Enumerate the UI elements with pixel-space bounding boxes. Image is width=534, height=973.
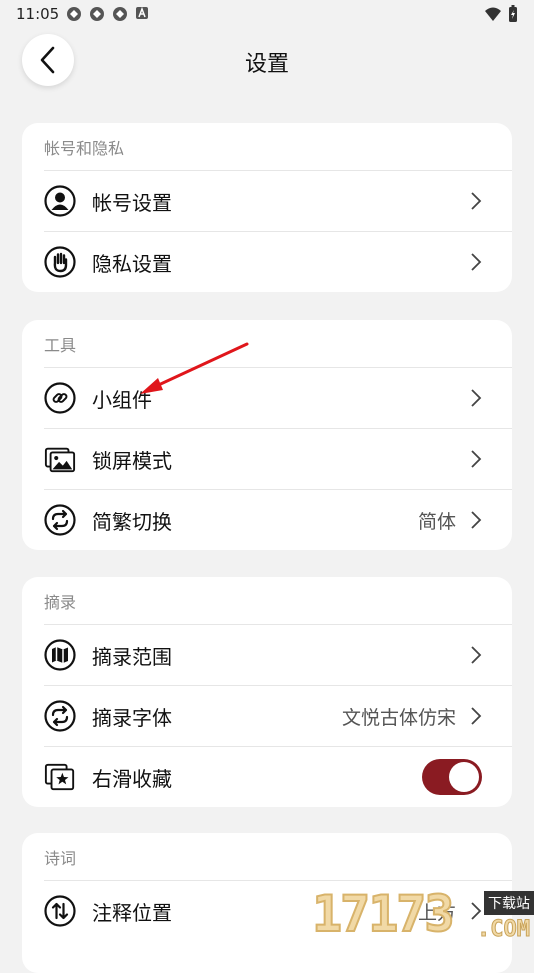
row-value: 简体	[417, 510, 456, 533]
row-privacy-settings[interactable]: 隐私设置	[44, 231, 512, 292]
person-icon	[44, 185, 76, 217]
annotation-arrow-icon	[140, 342, 249, 394]
section-tools: 工具 小组件 锁屏模式 简繁切换 简体	[22, 320, 512, 550]
chevron-right-icon	[471, 646, 482, 664]
row-label: 右滑收藏	[92, 766, 172, 791]
row-value: 文悦古体仿宋	[341, 706, 456, 729]
row-excerpt-font[interactable]: 摘录字体 文悦古体仿宋	[44, 685, 512, 746]
app-icon	[90, 7, 104, 21]
row-lock-screen-mode[interactable]: 锁屏模式	[44, 428, 512, 489]
chevron-right-icon	[471, 450, 482, 468]
row-simplified-traditional[interactable]: 简繁切换 简体	[44, 489, 512, 550]
row-label: 摘录字体	[92, 705, 172, 730]
row-excerpt-range[interactable]: 摘录范围	[44, 624, 512, 685]
a-icon	[136, 6, 148, 19]
section-account-privacy: 帐号和隐私 帐号设置 隐私设置	[22, 123, 512, 292]
row-label: 锁屏模式	[92, 448, 172, 473]
row-label: 简繁切换	[92, 509, 172, 534]
chevron-right-icon	[471, 707, 482, 725]
section-title: 诗词	[44, 849, 77, 868]
swipe-favorite-toggle[interactable]	[422, 759, 482, 795]
toggle-knob	[449, 762, 479, 792]
section-title: 帐号和隐私	[44, 139, 125, 158]
chevron-right-icon	[471, 511, 482, 529]
row-swipe-right-favorite: 右滑收藏	[44, 746, 512, 807]
row-label: 帐号设置	[92, 190, 172, 215]
page-title: 设置	[244, 52, 289, 77]
sort-icon	[44, 895, 76, 927]
status-icons	[66, 6, 149, 22]
watermark-suffix: .COM	[477, 917, 531, 943]
row-widget[interactable]: 小组件	[44, 367, 512, 428]
image-icon	[44, 447, 76, 473]
link-icon	[44, 382, 76, 414]
battery-icon	[509, 5, 517, 22]
watermark-number: 17173	[311, 884, 456, 944]
wifi-icon	[485, 7, 501, 21]
header: 设置	[0, 30, 534, 94]
status-bar: 11:05	[0, 0, 534, 28]
refresh-icon	[44, 700, 76, 732]
section-title: 工具	[44, 336, 77, 355]
map-icon	[44, 639, 76, 671]
hand-icon	[44, 246, 76, 278]
row-account-settings[interactable]: 帐号设置	[44, 170, 512, 231]
chevron-right-icon	[471, 192, 482, 210]
star-icon	[44, 763, 75, 791]
watermark: 17173 下载站 .COM	[308, 883, 534, 950]
refresh-icon	[44, 504, 76, 536]
watermark-tag: 下载站	[484, 891, 534, 915]
section-excerpt: 摘录 摘录范围 摘录字体 文悦古体仿宋 右滑收藏	[22, 577, 512, 807]
app-icon	[113, 7, 127, 21]
status-right	[484, 5, 518, 23]
row-label: 隐私设置	[92, 251, 172, 276]
chevron-right-icon	[471, 253, 482, 271]
chevron-right-icon	[471, 389, 482, 407]
status-time: 11:05	[16, 5, 60, 23]
row-label: 摘录范围	[92, 644, 172, 669]
app-icon	[67, 7, 81, 21]
section-title: 摘录	[44, 593, 77, 612]
